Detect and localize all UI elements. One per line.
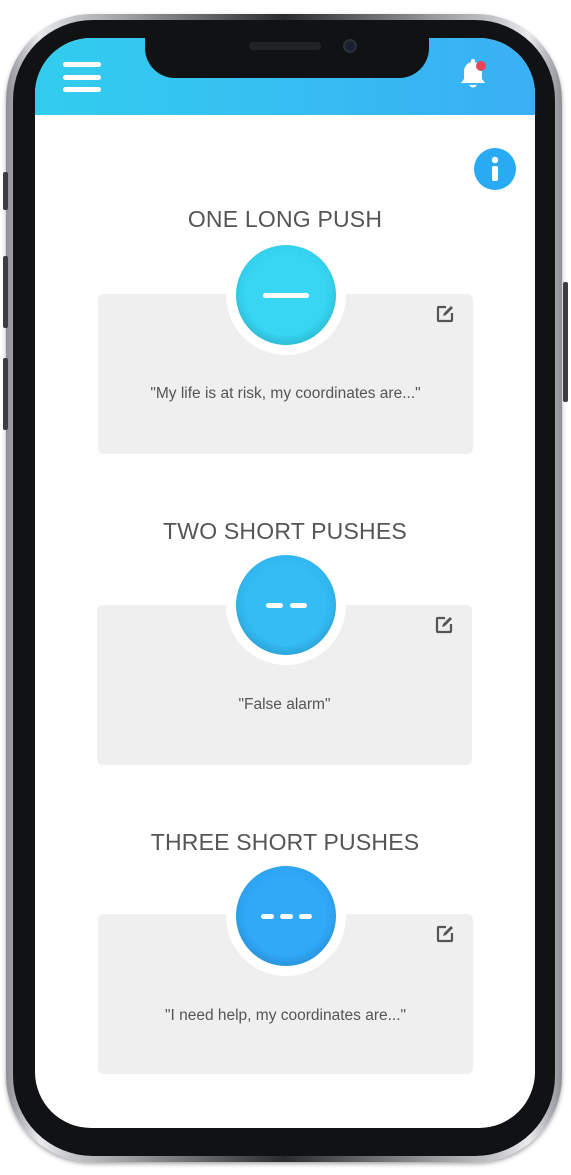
message-text: "My life is at risk, my coordinates are.… [150,385,421,402]
hamburger-menu-icon [63,62,101,67]
phone-side-button-volume-up [3,256,8,328]
phone-side-button-silent [3,172,8,210]
long-dash-icon [263,292,309,298]
edit-message-button[interactable] [434,615,454,635]
edit-message-button[interactable] [435,924,455,944]
notifications-button[interactable] [457,58,489,92]
phone-side-button-volume-down [3,358,8,430]
push-button-one-long[interactable] [236,245,336,345]
phone-speaker [249,42,321,50]
two-short-dashes-icon [265,602,307,608]
section-title-two-short-pushes: TWO SHORT PUSHES [163,518,407,544]
edit-message-button[interactable] [435,304,455,324]
phone-notch [145,38,429,78]
edit-pencil-icon [436,305,454,323]
info-button[interactable] [474,148,516,190]
info-icon [491,156,499,181]
push-button-ring [226,545,346,665]
menu-button[interactable] [63,62,101,92]
push-button-ring [226,856,346,976]
push-button-two-short[interactable] [236,555,336,655]
front-camera [343,39,357,53]
phone-side-button-power [563,282,568,402]
app-screen: ONE LONG PUSH "My life is at risk, my co… [35,38,535,1128]
push-button-three-short[interactable] [236,866,336,966]
edit-pencil-icon [435,616,453,634]
edit-pencil-icon [436,925,454,943]
section-title-one-long-push: ONE LONG PUSH [187,206,383,232]
message-text: "I need help, my coordinates are..." [164,1007,407,1024]
section-title-three-short-pushes: THREE SHORT PUSHES [150,829,420,855]
three-short-dashes-icon [260,913,312,919]
push-button-ring [226,235,346,355]
bell-icon [461,59,486,88]
message-text: "False alarm" [238,696,331,713]
